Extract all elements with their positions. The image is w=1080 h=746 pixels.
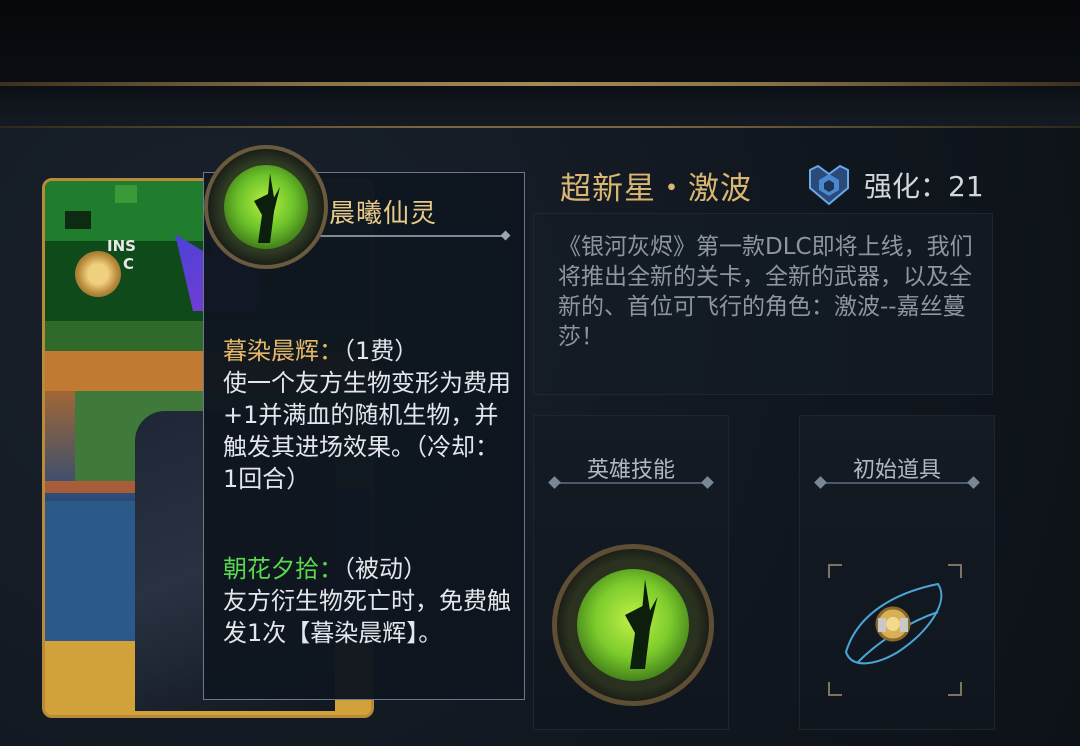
starting-item-slot[interactable]: 初始道具 <box>799 415 995 730</box>
card-logo-text: C <box>123 255 135 273</box>
hero-skill-orb-icon[interactable] <box>552 544 714 706</box>
hero-skill-slot[interactable]: 英雄技能 <box>533 415 729 730</box>
ability1-block: 暮染晨辉：（1费） 使一个友方生物变形为费用+1并满血的随机生物，并触发其进场效… <box>223 335 513 495</box>
ability2-desc: 友方衍生物死亡时，免费触发1次【暮染晨辉】。 <box>223 587 511 647</box>
rank-shield-icon <box>809 164 849 206</box>
ability1-name: 暮染晨辉： <box>223 337 343 365</box>
ability1-desc: 使一个友方生物变形为费用+1并满血的随机生物，并触发其进场效果。（冷却：1回合） <box>223 369 511 493</box>
ability2-type: （被动） <box>343 555 427 583</box>
card-pixel <box>115 185 137 203</box>
card-pixel <box>65 211 91 229</box>
ability2-block: 朝花夕拾：（被动） 友方衍生物死亡时，免费触发1次【暮染晨辉】。 <box>223 553 513 649</box>
card-logo-text: INS <box>107 237 136 255</box>
corner-bracket <box>948 682 962 696</box>
top-bar <box>0 0 1080 82</box>
starting-item-label: 初始道具 <box>852 458 941 483</box>
ability1-cost: （1费） <box>343 337 419 365</box>
slot-divider <box>554 482 708 484</box>
starting-item-icon[interactable] <box>838 572 954 682</box>
ability-tooltip: 晨曦仙灵 暮染晨辉：（1费） 使一个友方生物变形为费用+1并满血的随机生物，并触… <box>203 145 525 700</box>
header-strip <box>0 86 1080 126</box>
hero-name: 超新星・激波 <box>560 171 752 207</box>
corner-bracket <box>828 682 842 696</box>
ability2-name: 朝花夕拾： <box>223 555 343 583</box>
slot-divider <box>820 482 974 484</box>
description-box: 《银河灰烬》第一款DLC即将上线，我们将推出全新的关卡，全新的武器，以及全新的、… <box>533 213 993 395</box>
floating-orb <box>75 251 121 297</box>
hero-description: 《银河灰烬》第一款DLC即将上线，我们将推出全新的关卡，全新的武器，以及全新的、… <box>558 234 973 350</box>
tooltip-title: 晨曦仙灵 <box>328 198 437 229</box>
rank-label: 强化：21 <box>864 170 984 203</box>
hero-skill-label: 英雄技能 <box>586 458 675 483</box>
ability-orb-icon <box>204 145 328 269</box>
